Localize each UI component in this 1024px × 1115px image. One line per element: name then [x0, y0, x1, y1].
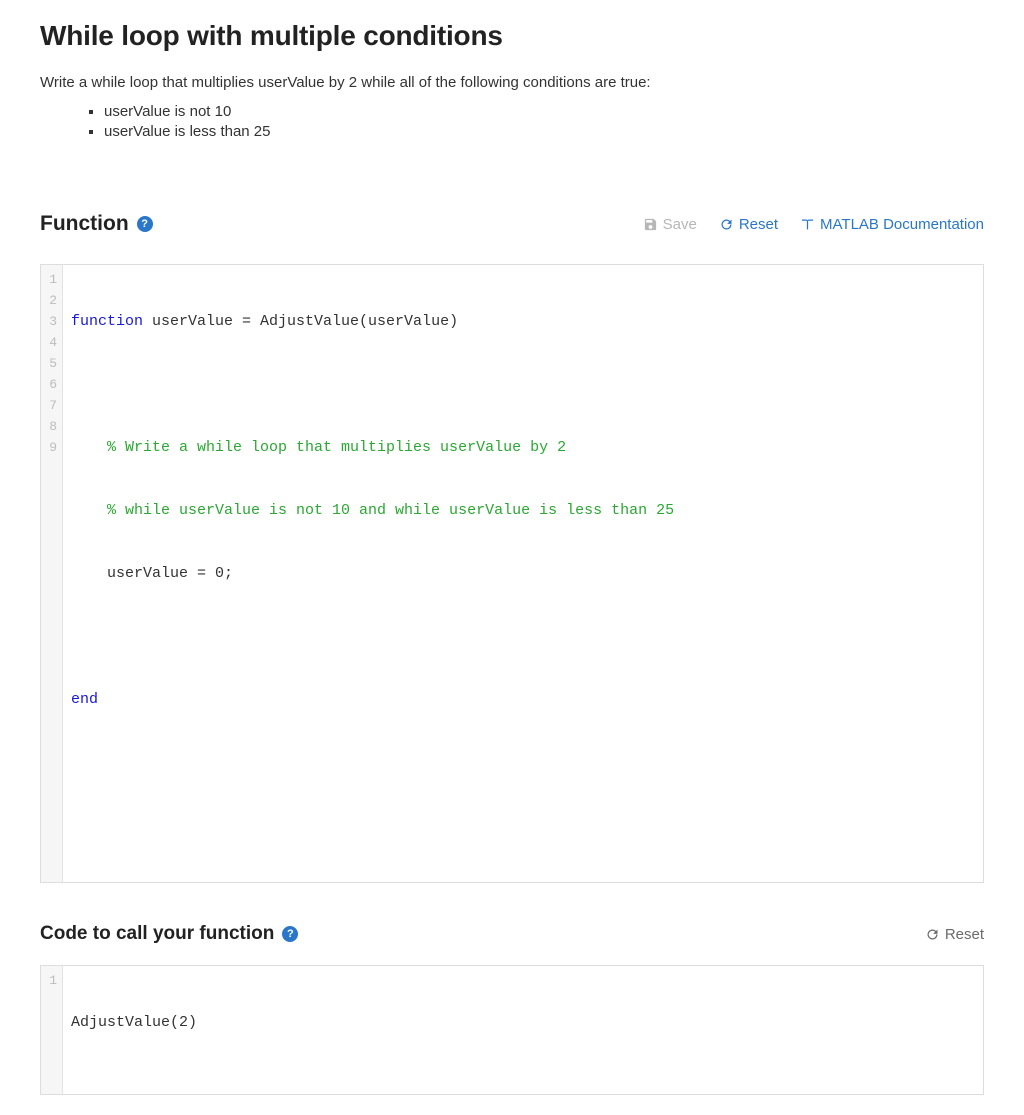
- keyword-token: end: [71, 691, 98, 708]
- code-line: [71, 752, 975, 773]
- line-number: 8: [45, 416, 57, 437]
- call-section-title: Code to call your function: [40, 923, 274, 945]
- matlab-doc-link[interactable]: MATLAB Documentation: [800, 216, 984, 233]
- call-code-editor[interactable]: 1 AdjustValue(2): [40, 965, 984, 1095]
- line-number: 5: [45, 353, 57, 374]
- code-line-comment: % Write a while loop that multiplies use…: [71, 437, 975, 458]
- keyword-token: function: [71, 313, 143, 330]
- line-gutter: 1 2 3 4 5 6 7 8 9: [41, 265, 63, 882]
- code-content[interactable]: AdjustValue(2): [63, 966, 983, 1094]
- code-line: function userValue = AdjustValue(userVal…: [71, 311, 975, 332]
- condition-item: userValue is less than 25: [104, 123, 984, 140]
- line-number: 2: [45, 290, 57, 311]
- line-number: 3: [45, 311, 57, 332]
- code-line: userValue = 0;: [71, 563, 975, 584]
- book-icon: [800, 217, 815, 232]
- code-content[interactable]: function userValue = AdjustValue(userVal…: [63, 265, 983, 882]
- function-section-header: Function ? Save Reset MATLAB Documentati…: [40, 212, 984, 236]
- line-number: 7: [45, 395, 57, 416]
- line-number: 9: [45, 437, 57, 458]
- matlab-doc-label: MATLAB Documentation: [820, 216, 984, 233]
- save-label: Save: [663, 216, 697, 233]
- function-section-title: Function: [40, 212, 129, 236]
- code-line: [71, 815, 975, 836]
- code-text: userValue = AdjustValue(userValue): [143, 313, 458, 330]
- function-code-editor[interactable]: 1 2 3 4 5 6 7 8 9 function userValue = A…: [40, 264, 984, 883]
- reset-button[interactable]: Reset: [719, 216, 778, 233]
- code-line: AdjustValue(2): [71, 1012, 975, 1033]
- code-line: end: [71, 689, 975, 710]
- line-number: 4: [45, 332, 57, 353]
- line-number: 1: [45, 269, 57, 290]
- function-toolbar: Save Reset MATLAB Documentation: [643, 216, 984, 233]
- code-line: [71, 374, 975, 395]
- code-line-comment: % while userValue is not 10 and while us…: [71, 500, 975, 521]
- code-line: [71, 626, 975, 647]
- line-gutter: 1: [41, 966, 63, 1094]
- call-reset-label: Reset: [945, 926, 984, 943]
- conditions-list: userValue is not 10 userValue is less th…: [40, 103, 984, 140]
- line-number: 1: [45, 970, 57, 991]
- page-title: While loop with multiple conditions: [40, 20, 984, 52]
- reset-icon: [719, 217, 734, 232]
- save-button[interactable]: Save: [643, 216, 697, 233]
- call-reset-button[interactable]: Reset: [925, 926, 984, 943]
- help-icon[interactable]: ?: [282, 926, 298, 942]
- condition-item: userValue is not 10: [104, 103, 984, 120]
- instructions-text: Write a while loop that multiplies userV…: [40, 74, 984, 91]
- call-section: Code to call your function ? Reset 1 Adj…: [40, 923, 984, 1095]
- save-icon: [643, 217, 658, 232]
- help-icon[interactable]: ?: [137, 216, 153, 232]
- reset-label: Reset: [739, 216, 778, 233]
- reset-icon: [925, 927, 940, 942]
- line-number: 6: [45, 374, 57, 395]
